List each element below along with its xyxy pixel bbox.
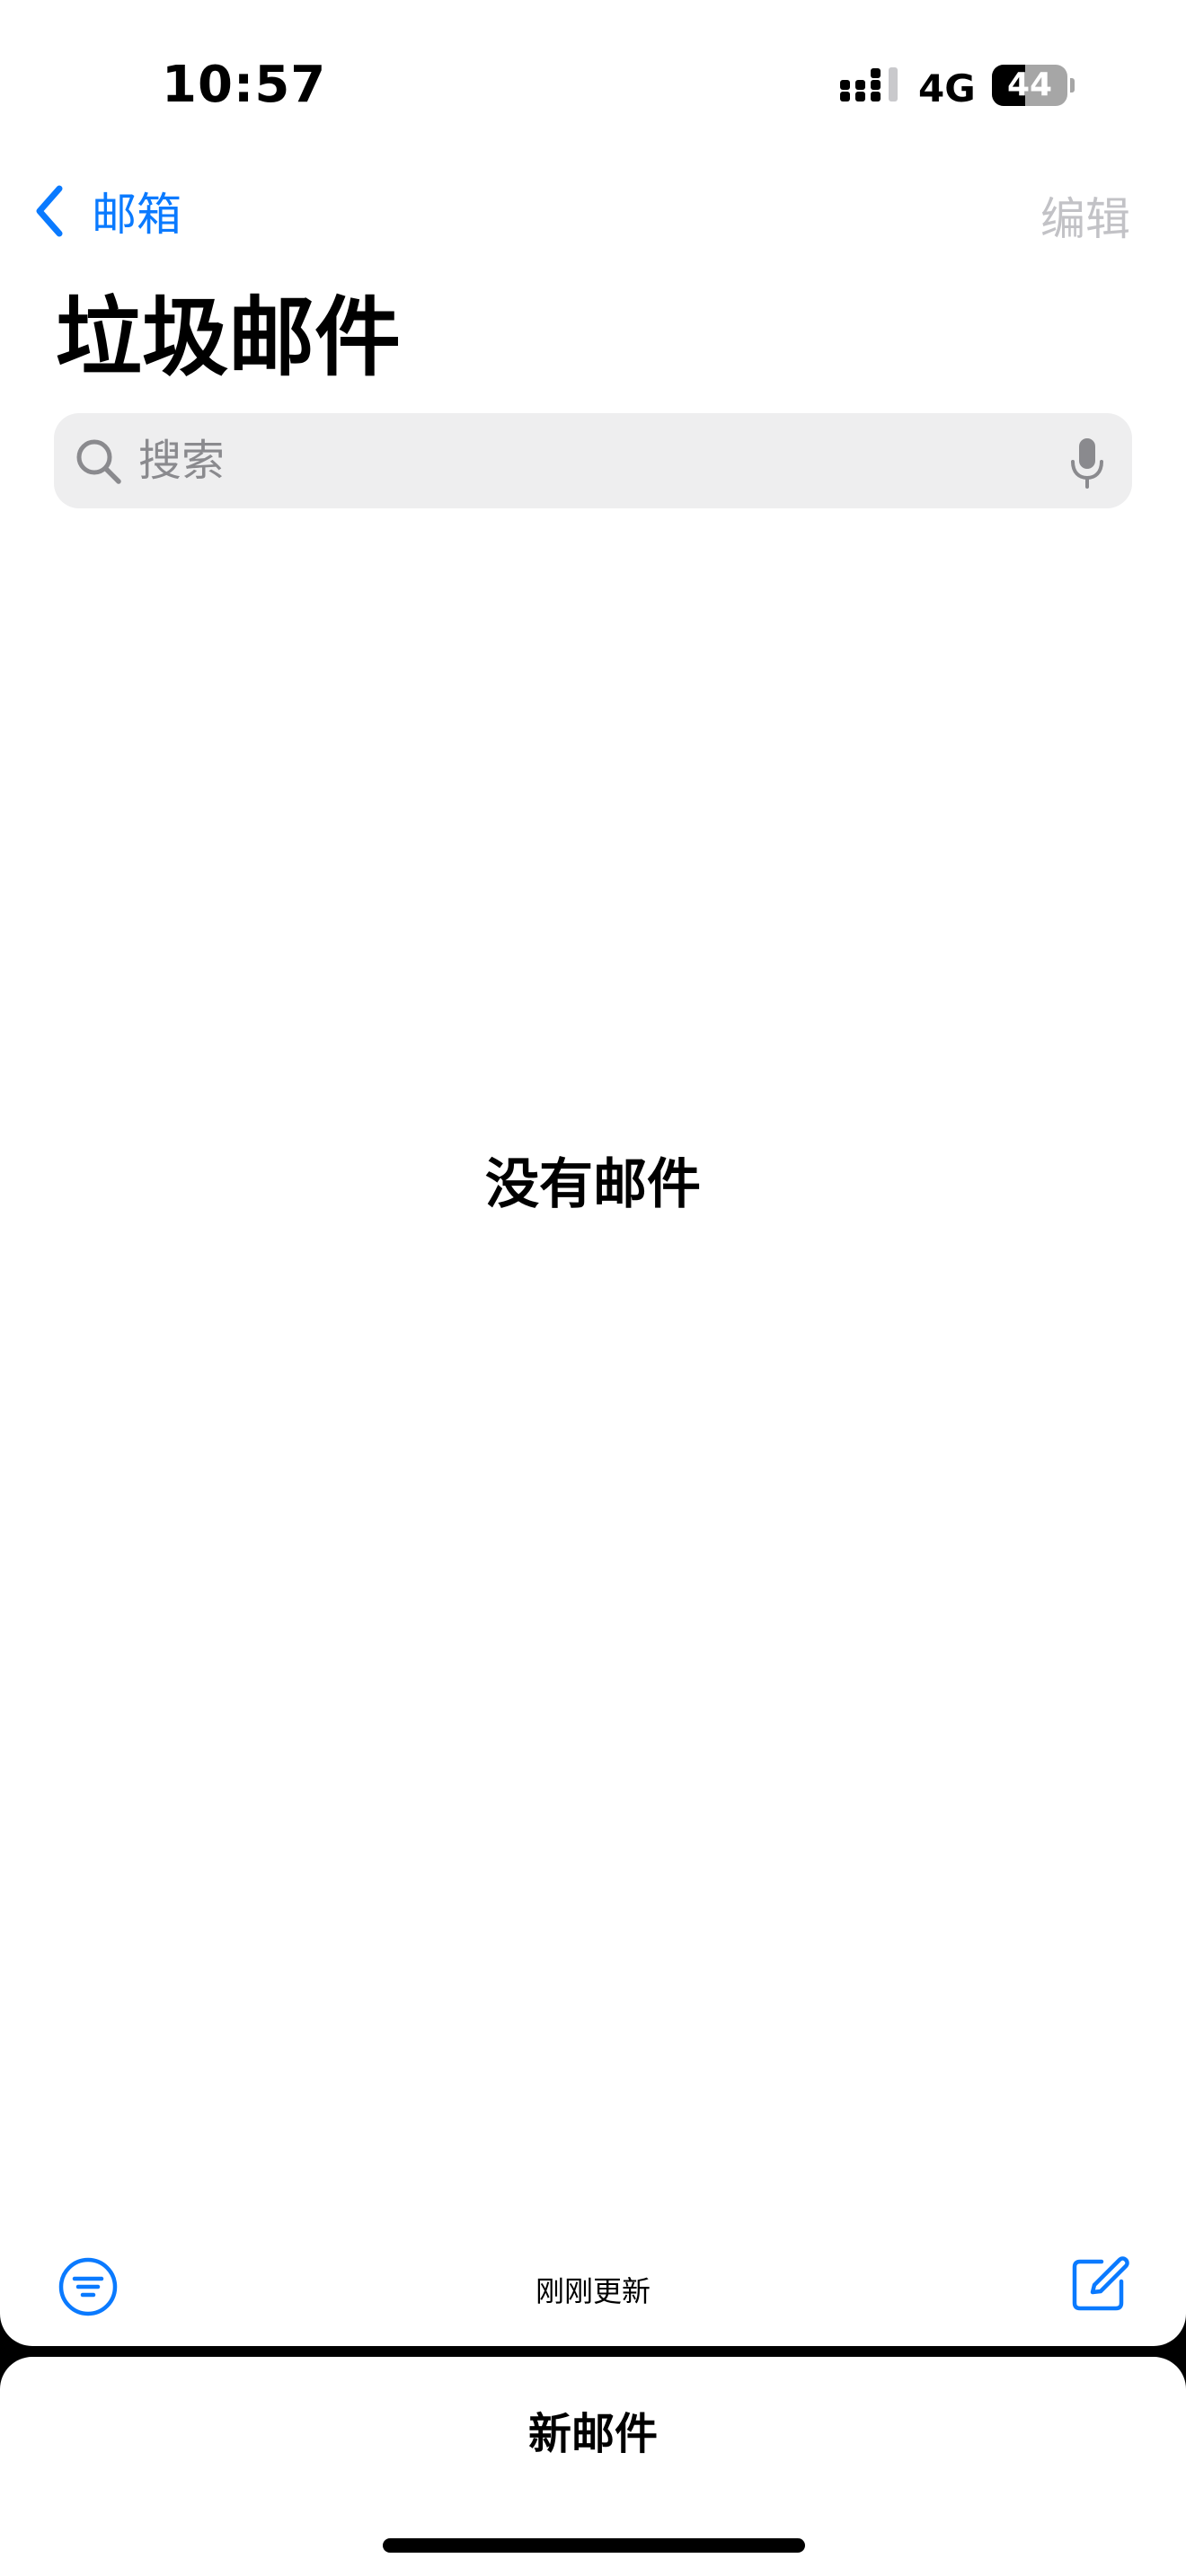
battery-body: 44 bbox=[992, 65, 1067, 106]
battery-level: 44 bbox=[1006, 66, 1053, 103]
update-status-text: 刚刚更新 bbox=[535, 2274, 651, 2308]
empty-state-message: 没有邮件 bbox=[485, 1153, 701, 1216]
search-input[interactable] bbox=[138, 413, 1037, 508]
status-time: 10:57 bbox=[162, 56, 327, 114]
back-button-label: 邮箱 bbox=[92, 189, 181, 241]
microphone-icon[interactable] bbox=[1069, 437, 1105, 490]
search-icon bbox=[76, 439, 121, 484]
edit-button[interactable]: 编辑 bbox=[1040, 183, 1130, 248]
screen: 10:57 4G 44 邮箱 编辑 垃圾邮件 搜索 没有邮件 刚刚更新 新邮件 bbox=[0, 0, 1186, 2576]
mailbox-view: 10:57 4G 44 邮箱 编辑 垃圾邮件 搜索 没有邮件 刚刚更新 bbox=[0, 0, 1186, 2346]
battery-icon: 44 bbox=[992, 65, 1075, 106]
home-indicator[interactable] bbox=[383, 2538, 805, 2553]
draft-title: 新邮件 bbox=[527, 2409, 658, 2459]
network-type-label: 4G bbox=[918, 66, 976, 110]
back-button[interactable]: 邮箱 bbox=[32, 180, 181, 243]
chevron-left-icon bbox=[36, 185, 63, 237]
search-bar[interactable] bbox=[54, 413, 1132, 508]
compose-icon[interactable] bbox=[1067, 2253, 1130, 2316]
page-title: 垃圾邮件 bbox=[56, 287, 401, 388]
cellular-signal-icon bbox=[840, 67, 898, 101]
battery-tip bbox=[1070, 78, 1075, 93]
